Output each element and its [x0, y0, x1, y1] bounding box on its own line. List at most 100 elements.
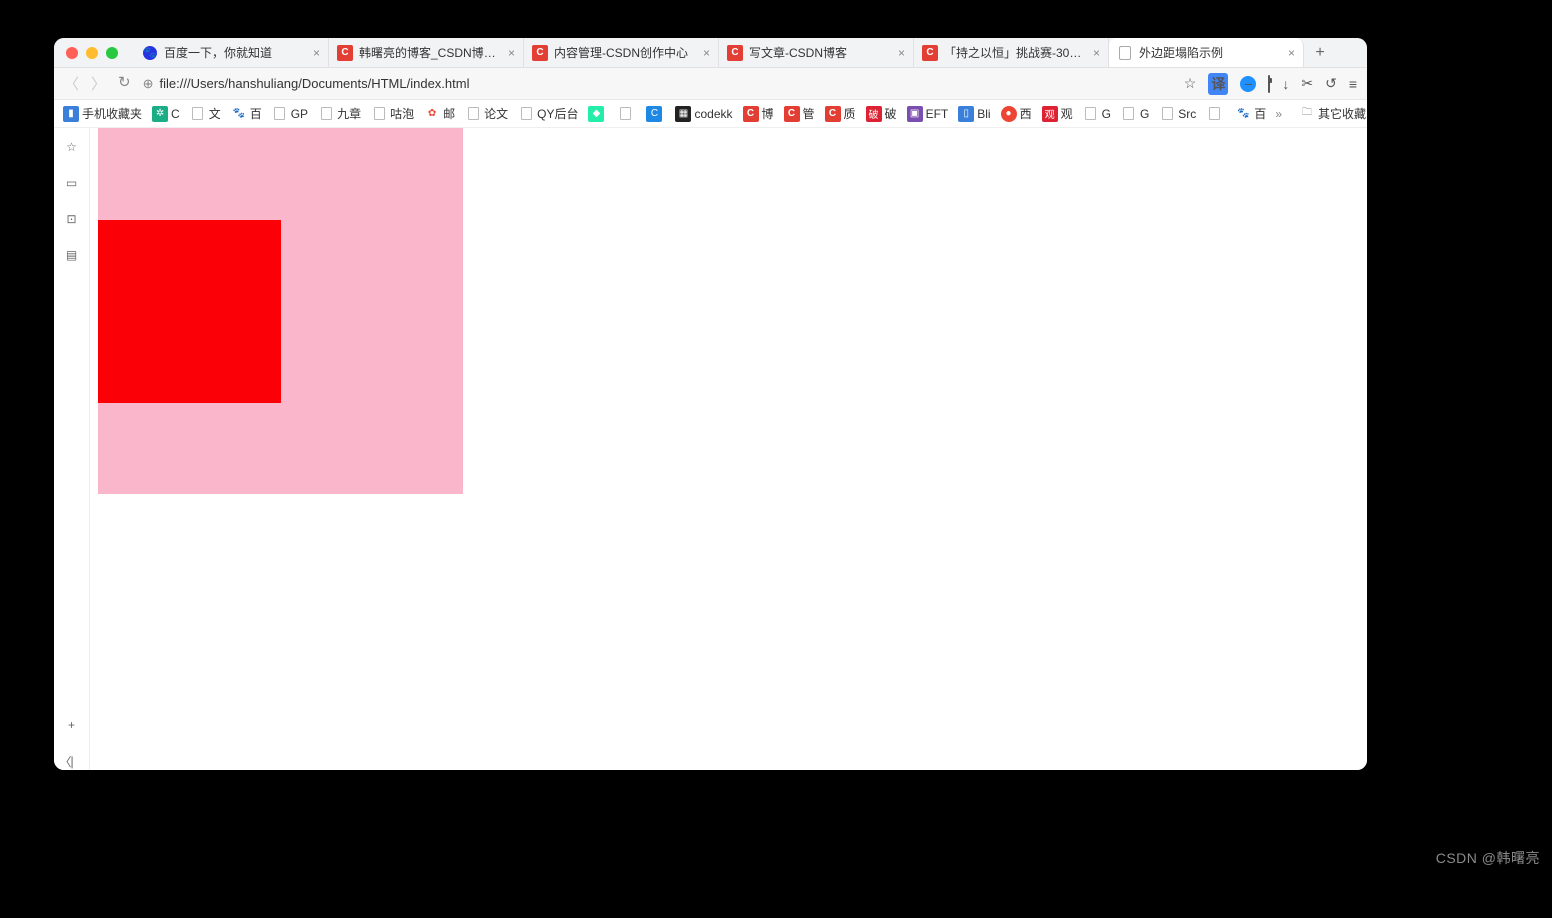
bookmark-item[interactable]: ◆ — [587, 106, 608, 122]
bookmark-item[interactable] — [616, 106, 637, 122]
maximize-window-button[interactable] — [106, 47, 118, 59]
bookmark-item[interactable]: C博 — [742, 105, 775, 122]
tab-title: 写文章-CSDN博客 — [749, 44, 892, 61]
bookmark-item[interactable]: QY后台 — [517, 105, 579, 122]
scissors-icon[interactable]: ✂ — [1301, 75, 1313, 92]
inner-red-box — [98, 220, 281, 403]
add-panel-icon[interactable]: + — [63, 716, 81, 734]
bookmark-label: 观 — [1061, 105, 1073, 122]
back-button[interactable]: 〈 — [64, 73, 79, 94]
baidu-icon — [142, 45, 158, 61]
bookmark-star-icon[interactable]: ☆ — [1184, 75, 1197, 92]
tab-csdn-blog[interactable]: C 韩曙亮的博客_CSDN博客-韩 × — [329, 38, 524, 67]
bookmark-item[interactable]: GP — [271, 106, 309, 122]
bookmark-item[interactable] — [1205, 106, 1226, 122]
bookmark-item[interactable]: ▦codekk — [674, 106, 733, 122]
close-tab-icon[interactable]: × — [1288, 46, 1295, 60]
tab-strip: 百度一下，你就知道 × C 韩曙亮的博客_CSDN博客-韩 × C 内容管理-C… — [134, 38, 1367, 67]
close-tab-icon[interactable]: × — [508, 46, 515, 60]
tab-margin-collapse[interactable]: 外边距塌陷示例 × — [1109, 38, 1304, 67]
bookmark-item[interactable]: G — [1082, 106, 1112, 122]
bookmark-label: 质 — [844, 105, 856, 122]
bookmark-label: EFT — [926, 107, 949, 121]
page-viewport[interactable] — [90, 128, 1367, 770]
bookmark-item[interactable]: ✿邮 — [423, 105, 456, 122]
bookmark-item[interactable]: C — [645, 106, 666, 122]
reload-button[interactable]: ↻ — [118, 73, 131, 94]
bookmark-item[interactable]: ▯Bli — [957, 106, 991, 122]
tab-csdn-write[interactable]: C 写文章-CSDN博客 × — [719, 38, 914, 67]
bookmark-label: 手机收藏夹 — [82, 105, 142, 122]
bookmark-item[interactable]: Src — [1158, 106, 1197, 122]
close-window-button[interactable] — [66, 47, 78, 59]
site-info-icon[interactable]: ⊕ — [143, 76, 154, 92]
other-bookmarks-folder[interactable]: 🗀 其它收藏 — [1298, 105, 1367, 122]
site-icon: ● — [1001, 106, 1017, 122]
bookmark-label: G — [1102, 107, 1111, 121]
content-wrapper: ☆ ▭ ⊡ ▤ + 〈⎸ — [54, 128, 1367, 770]
csdn-icon: C — [532, 45, 548, 61]
bookmark-label: 其它收藏 — [1318, 105, 1366, 122]
bookmark-item[interactable]: 文 — [189, 105, 222, 122]
new-tab-button[interactable]: + — [1304, 38, 1336, 67]
browser-window: 百度一下，你就知道 × C 韩曙亮的博客_CSDN博客-韩 × C 内容管理-C… — [54, 38, 1367, 770]
folder-icon: 🗀 — [1299, 106, 1315, 122]
mail-icon: ✿ — [424, 106, 440, 122]
bookmark-item[interactable]: ▣EFT — [906, 106, 950, 122]
page-icon — [1117, 45, 1133, 61]
tab-challenge[interactable]: C 「持之以恒」挑战赛-30天技 × — [914, 38, 1109, 67]
bookmark-item[interactable]: 论文 — [464, 105, 509, 122]
bookmark-label: 咕泡 — [390, 105, 414, 122]
tab-csdn-content[interactable]: C 内容管理-CSDN创作中心 × — [524, 38, 719, 67]
bookmark-label: codekk — [694, 107, 732, 121]
baidu-icon: 🐾 — [231, 106, 247, 122]
tab-baidu[interactable]: 百度一下，你就知道 × — [134, 38, 329, 67]
download-icon[interactable]: ↓ — [1282, 76, 1289, 92]
bookmark-mobile-folder[interactable]: ▮ 手机收藏夹 — [62, 105, 143, 122]
csdn-icon: C — [784, 106, 800, 122]
forward-button[interactable]: 〉 — [91, 73, 106, 94]
bookmark-item[interactable]: C质 — [824, 105, 857, 122]
favorites-icon[interactable]: ☆ — [63, 138, 81, 156]
page-icon — [1083, 106, 1099, 122]
page-icon — [272, 106, 288, 122]
bookmark-item[interactable]: G — [1120, 106, 1150, 122]
bookmark-item[interactable]: 咕泡 — [370, 105, 415, 122]
bookmark-item[interactable]: 观观 — [1041, 105, 1074, 122]
zoom-out-button[interactable]: − — [1240, 76, 1256, 92]
bookmark-item[interactable]: ●西 — [1000, 105, 1033, 122]
bookmark-item[interactable]: 🐾百 — [1234, 105, 1267, 122]
tab-title: 「持之以恒」挑战赛-30天技 — [944, 44, 1087, 61]
bookmark-label: Src — [1178, 107, 1196, 121]
close-tab-icon[interactable]: × — [703, 46, 710, 60]
minimize-window-button[interactable] — [86, 47, 98, 59]
bookmark-item[interactable]: 九章 — [317, 105, 362, 122]
bookmark-label: 西 — [1020, 105, 1032, 122]
collapse-panel-icon[interactable]: 〈⎸ — [63, 752, 81, 770]
site-icon: ▦ — [675, 106, 691, 122]
tab-title: 韩曙亮的博客_CSDN博客-韩 — [359, 44, 502, 61]
reading-list-icon[interactable]: ▭ — [63, 174, 81, 192]
bookmark-item[interactable]: ✲C — [151, 106, 181, 122]
site-icon: ✲ — [152, 106, 168, 122]
close-tab-icon[interactable]: × — [898, 46, 905, 60]
page-icon — [371, 106, 387, 122]
page-icon — [518, 106, 534, 122]
bookmark-item[interactable]: C管 — [783, 105, 816, 122]
address-actions: ☆ 译 − ↓ ✂ ↺ ≡ — [1184, 73, 1357, 95]
bookmarks-overflow-button[interactable]: » — [1275, 107, 1282, 121]
url-input[interactable]: ⊕ file:///Users/hanshuliang/Documents/HT… — [143, 76, 1172, 92]
tab-title: 外边距塌陷示例 — [1139, 44, 1282, 61]
menu-icon[interactable]: ≡ — [1349, 76, 1357, 92]
close-tab-icon[interactable]: × — [1093, 46, 1100, 60]
notes-icon[interactable]: ▤ — [63, 246, 81, 264]
bookmark-item[interactable]: 🐾百 — [230, 105, 263, 122]
toolbox-icon[interactable]: ⊡ — [63, 210, 81, 228]
bookmark-item[interactable]: 破破 — [865, 105, 898, 122]
close-tab-icon[interactable]: × — [313, 46, 320, 60]
undo-icon[interactable]: ↺ — [1325, 75, 1337, 92]
csdn-icon: C — [922, 45, 938, 61]
bookmark-label: GP — [291, 107, 308, 121]
bookmark-label: 破 — [885, 105, 897, 122]
translate-button[interactable]: 译 — [1208, 73, 1228, 95]
